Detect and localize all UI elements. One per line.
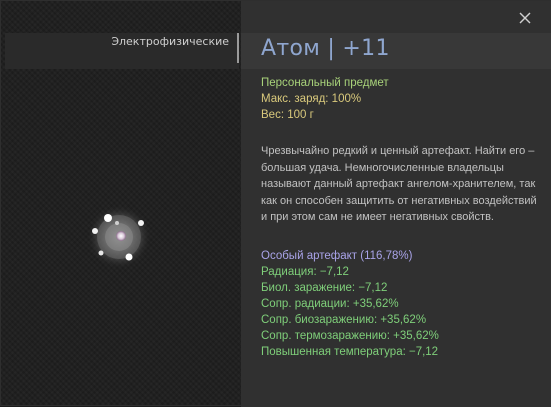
effect-bio-contamination: Биол. заражение: −7,12	[261, 281, 388, 294]
category-bar: Электрофизические	[5, 33, 239, 69]
item-description: Чрезвычайно редкий и ценный артефакт. На…	[261, 145, 537, 223]
item-type: Персональный предмет	[261, 77, 389, 89]
special-artifact-label: Особый артефакт (116,78%)	[261, 249, 413, 262]
effect-thermal-resistance: Сопр. термозаражению: +35,62%	[261, 329, 439, 342]
category-label: Электрофизические	[111, 35, 229, 48]
item-title-bar: Атом | +11	[241, 33, 551, 69]
effect-bio-resistance: Сопр. биозаражению: +35,62%	[261, 313, 427, 326]
close-icon	[519, 12, 531, 24]
category-divider	[237, 33, 239, 63]
effect-radiation: Радиация: −7,12	[261, 265, 349, 278]
item-weight: Вес: 100 г	[261, 109, 314, 121]
atom-artifact-icon	[83, 201, 155, 273]
item-title: Атом | +11	[261, 36, 390, 61]
item-effects: Особый артефакт (116,78%) Радиация: −7,1…	[261, 248, 541, 360]
item-details-window: Электрофизические Атом | +11 Персональны…	[0, 0, 551, 407]
item-info: Персональный предмет Макс. заряд: 100% В…	[261, 75, 541, 360]
effect-radiation-resistance: Сопр. радиации: +35,62%	[261, 297, 399, 310]
item-charge: Макс. заряд: 100%	[261, 93, 362, 105]
effect-temperature: Повышенная температура: −7,12	[261, 345, 439, 358]
close-button[interactable]	[513, 7, 537, 29]
item-preview-pane: Электрофизические	[1, 1, 239, 407]
item-info-pane: Атом | +11 Персональный предмет Макс. за…	[241, 1, 551, 407]
